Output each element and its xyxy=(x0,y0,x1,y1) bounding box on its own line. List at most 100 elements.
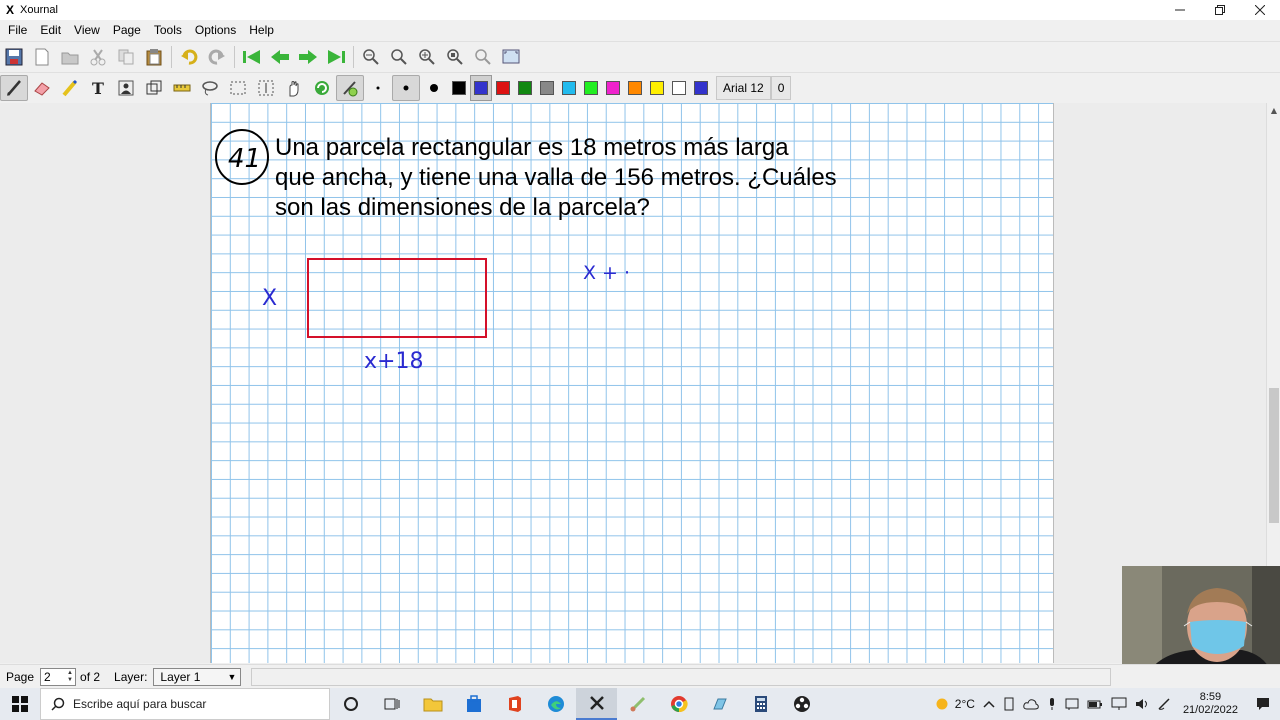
file-explorer-button[interactable] xyxy=(412,688,453,720)
menu-view[interactable]: View xyxy=(69,23,105,37)
canvas-area[interactable]: Una parcela rectangular es 18 metros más… xyxy=(0,103,1266,663)
drive-button[interactable] xyxy=(699,688,740,720)
arrow-left-icon xyxy=(271,49,289,64)
thickness-thick-button[interactable] xyxy=(420,75,448,101)
svg-text:T: T xyxy=(92,79,104,97)
cortana-button[interactable] xyxy=(330,688,371,720)
calculator-button[interactable] xyxy=(740,688,781,720)
notifications-button[interactable] xyxy=(1246,697,1280,711)
obs-button[interactable] xyxy=(781,688,822,720)
menu-tools[interactable]: Tools xyxy=(149,23,187,37)
color-swatch-button[interactable] xyxy=(690,75,712,101)
pen-options-button[interactable] xyxy=(336,74,364,101)
paste-icon xyxy=(146,48,162,65)
image-tool-button[interactable] xyxy=(112,75,140,101)
color-swatch-button[interactable] xyxy=(668,75,690,101)
tray-action-icon[interactable] xyxy=(1061,697,1083,711)
shape-recognizer-button[interactable] xyxy=(140,75,168,101)
thickness-fine-button[interactable] xyxy=(364,75,392,101)
start-button[interactable] xyxy=(0,688,40,720)
tray-cloud-icon[interactable] xyxy=(1019,698,1043,710)
store-button[interactable] xyxy=(453,688,494,720)
network-monitor-icon xyxy=(1111,697,1127,710)
scroll-up-icon[interactable]: ▲ xyxy=(1267,103,1280,117)
tray-network-icon[interactable] xyxy=(1107,697,1131,711)
fullscreen-button[interactable] xyxy=(497,44,525,70)
problem-number: 41 xyxy=(228,144,261,174)
zoom-100-button[interactable] xyxy=(441,44,469,70)
menu-page[interactable]: Page xyxy=(108,23,146,37)
next-page-button[interactable] xyxy=(294,44,322,70)
text-tool-button[interactable]: T xyxy=(84,75,112,101)
menu-file[interactable]: File xyxy=(3,23,32,37)
eraser-tool-button[interactable] xyxy=(28,75,56,101)
color-swatch-button[interactable] xyxy=(646,75,668,101)
color-swatch-button[interactable] xyxy=(602,75,624,101)
color-swatch-button[interactable] xyxy=(514,75,536,101)
tray-battery-icon[interactable] xyxy=(1083,698,1107,710)
open-button[interactable] xyxy=(56,44,84,70)
zoom-in-button[interactable] xyxy=(413,44,441,70)
page-number-input[interactable]: 2 ▲ ▼ xyxy=(40,667,77,686)
menu-help[interactable]: Help xyxy=(244,23,279,37)
edge-button[interactable] xyxy=(535,688,576,720)
close-button[interactable] xyxy=(1240,0,1280,20)
layer-select[interactable]: Layer 1 ▼ xyxy=(153,667,242,686)
cut-button[interactable] xyxy=(84,44,112,70)
color-swatch-button[interactable] xyxy=(580,75,602,101)
xournal-taskbar-button[interactable] xyxy=(576,688,617,720)
minimize-button[interactable] xyxy=(1160,0,1200,20)
hand-tool-button[interactable] xyxy=(280,75,308,101)
rect-select-button[interactable] xyxy=(224,75,252,101)
open-folder-icon xyxy=(61,52,79,64)
redo-button[interactable] xyxy=(203,44,231,70)
window-title: Xournal xyxy=(20,4,58,16)
zoom-width-button[interactable] xyxy=(469,44,497,70)
tray-pen-icon[interactable] xyxy=(1153,697,1175,711)
lasso-select-button[interactable] xyxy=(196,75,224,101)
thickness-medium-button[interactable] xyxy=(392,74,420,101)
office-button[interactable] xyxy=(494,688,535,720)
last-page-button[interactable] xyxy=(322,44,350,70)
new-button[interactable] xyxy=(28,44,56,70)
zoom-fit-button[interactable] xyxy=(385,44,413,70)
paint-button[interactable] xyxy=(617,688,658,720)
pen-workspace-icon xyxy=(1158,698,1170,710)
copy-button[interactable] xyxy=(112,44,140,70)
weather-widget[interactable]: 2°C xyxy=(931,697,979,711)
first-page-button[interactable] xyxy=(238,44,266,70)
vertical-space-button[interactable] xyxy=(252,75,280,101)
taskbar-clock[interactable]: 8:59 21/02/2022 xyxy=(1175,691,1246,717)
taskbar-search-box[interactable]: Escribe aquí para buscar xyxy=(40,688,330,720)
grid-page[interactable]: Una parcela rectangular es 18 metros más… xyxy=(210,103,1054,663)
undo-button[interactable] xyxy=(175,44,203,70)
font-size-button[interactable]: 0 xyxy=(770,75,792,100)
pen-tool-button[interactable] xyxy=(0,74,28,101)
color-swatch-button[interactable] xyxy=(624,75,646,101)
zoom-out-button[interactable] xyxy=(357,44,385,70)
tray-expand-button[interactable] xyxy=(979,699,999,709)
color-swatch-button[interactable] xyxy=(448,75,470,101)
paste-button[interactable] xyxy=(140,44,168,70)
color-swatch-button[interactable] xyxy=(492,75,514,101)
font-button[interactable]: Arial 12 xyxy=(716,75,771,100)
tray-microphone-icon[interactable] xyxy=(1043,697,1061,711)
highlighter-tool-button[interactable] xyxy=(56,75,84,101)
menu-options[interactable]: Options xyxy=(190,23,241,37)
default-tool-button[interactable] xyxy=(308,75,336,101)
tray-volume-icon[interactable] xyxy=(1131,697,1153,711)
chrome-button[interactable] xyxy=(658,688,699,720)
color-swatch-button[interactable] xyxy=(536,75,558,101)
ruler-button[interactable] xyxy=(168,75,196,101)
task-view-button[interactable] xyxy=(371,688,412,720)
previous-page-button[interactable] xyxy=(266,44,294,70)
color-swatch-button[interactable] xyxy=(470,74,492,101)
spinner-icon[interactable]: ▲ ▼ xyxy=(67,670,74,684)
color-swatch-button[interactable] xyxy=(558,75,580,101)
menu-edit[interactable]: Edit xyxy=(35,23,66,37)
save-button[interactable] xyxy=(0,44,28,70)
chevron-up-icon xyxy=(983,700,995,708)
tray-app-icon[interactable] xyxy=(999,697,1019,711)
maximize-button[interactable] xyxy=(1200,0,1240,20)
scrollbar-thumb[interactable] xyxy=(1269,388,1279,523)
